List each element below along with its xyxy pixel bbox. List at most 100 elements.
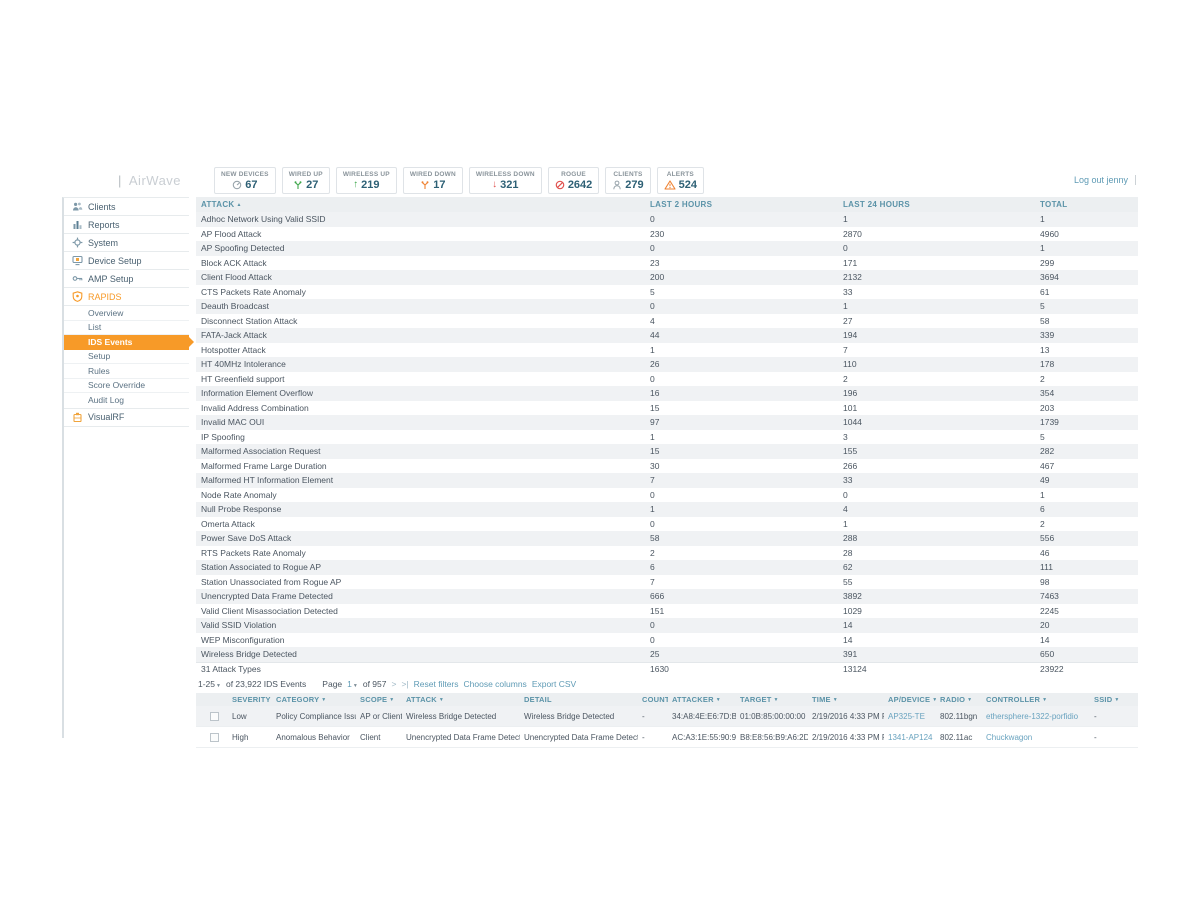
column-header-last-2-hours[interactable]: LAST 2 HOURS [645, 198, 838, 212]
attack-row[interactable]: FATA-Jack Attack44194339 [196, 328, 1138, 343]
sidebar-item-system[interactable]: System [64, 234, 189, 252]
attack-row[interactable]: AP Flood Attack23028704960 [196, 227, 1138, 242]
column-header-radio[interactable]: RADIO▼ [936, 695, 982, 704]
sidebar-subitem-setup[interactable]: Setup [64, 350, 189, 365]
attack-row[interactable]: Deauth Broadcast015 [196, 299, 1138, 314]
attack-count: 110 [838, 357, 1035, 371]
stat-new-devices[interactable]: NEW DEVICES 67 [214, 167, 276, 194]
stat-wireless-up[interactable]: WIRELESS UP ↑219 [336, 167, 397, 194]
sidebar-item-amp-setup[interactable]: AMP Setup [64, 270, 189, 288]
attack-row[interactable]: Valid SSID Violation01420 [196, 618, 1138, 633]
event-cell-ap-device[interactable]: AP325-TE [884, 712, 936, 721]
attack-row[interactable]: Malformed Frame Large Duration30266467 [196, 459, 1138, 474]
sidebar-item-reports[interactable]: Reports [64, 216, 189, 234]
sort-desc-icon: ▼ [439, 697, 444, 703]
sidebar-subitem-rules[interactable]: Rules [64, 364, 189, 379]
stat-clients[interactable]: CLIENTS 279 [605, 167, 650, 194]
attack-row[interactable]: Hotspotter Attack1713 [196, 343, 1138, 358]
attack-row[interactable]: Node Rate Anomaly001 [196, 488, 1138, 503]
attack-row[interactable]: Client Flood Attack20021323694 [196, 270, 1138, 285]
attack-row[interactable]: Omerta Attack012 [196, 517, 1138, 532]
attack-row[interactable]: Block ACK Attack23171299 [196, 256, 1138, 271]
attack-count: 3694 [1035, 270, 1138, 284]
attack-totals-last2: 1630 [645, 662, 838, 676]
attack-count: 288 [838, 531, 1035, 545]
column-header-attack[interactable]: ATTACK▼ [402, 695, 520, 704]
attack-row[interactable]: Invalid MAC OUI9710441739 [196, 415, 1138, 430]
sidebar-subitem-score-override[interactable]: Score Override [64, 379, 189, 394]
stat-wired-down[interactable]: WIRED DOWN 17 [403, 167, 463, 194]
column-header-time[interactable]: TIME▼ [808, 695, 884, 704]
column-header-detail[interactable]: DETAIL [520, 695, 638, 704]
column-header-count[interactable]: COUNT [638, 695, 668, 704]
column-header-attack[interactable]: ATTACK▲ [196, 198, 645, 212]
event-cell-ap-device[interactable]: 1341-AP124 [884, 733, 936, 742]
column-header-last-24-hours[interactable]: LAST 24 HOURS [838, 198, 1035, 212]
attack-row[interactable]: Adhoc Network Using Valid SSID011 [196, 212, 1138, 227]
column-header-ssid[interactable]: SSID▼ [1090, 695, 1138, 704]
event-row[interactable]: HighAnomalous BehaviorClientUnencrypted … [196, 727, 1138, 748]
row-checkbox[interactable] [210, 712, 219, 721]
column-header-severity[interactable]: SEVERITY▼ [228, 695, 272, 704]
attack-row[interactable]: HT Greenfield support022 [196, 372, 1138, 387]
attack-row[interactable]: Station Unassociated from Rogue AP75598 [196, 575, 1138, 590]
export-csv-link[interactable]: Export CSV [532, 679, 576, 689]
column-header-attacker[interactable]: ATTACKER▼ [668, 695, 736, 704]
event-row[interactable]: LowPolicy Compliance IssueAP or ClientWi… [196, 706, 1138, 727]
column-header-total[interactable]: TOTAL [1035, 198, 1138, 212]
choose-columns-link[interactable]: Choose columns [464, 679, 527, 689]
sidebar-item-device-setup[interactable]: Device Setup [64, 252, 189, 270]
attack-row[interactable]: IP Spoofing135 [196, 430, 1138, 445]
gauge-icon [232, 180, 242, 190]
page-range-dropdown[interactable]: 1-25▼ [198, 679, 221, 689]
last-page-button[interactable]: >| [401, 679, 408, 689]
attack-row[interactable]: Invalid Address Combination15101203 [196, 401, 1138, 416]
sidebar-subitem-overview[interactable]: Overview [64, 306, 189, 321]
sidebar-subitem-list[interactable]: List [64, 321, 189, 336]
event-cell-controller[interactable]: Chuckwagon [982, 733, 1090, 742]
attack-row[interactable]: Wireless Bridge Detected25391650 [196, 647, 1138, 662]
sidebar-subitem-audit-log[interactable]: Audit Log [64, 393, 189, 408]
column-header-ap-device[interactable]: AP/DEVICE▼ [884, 695, 936, 704]
attack-count: 3892 [838, 589, 1035, 603]
sidebar-item-rapids[interactable]: RAPIDS [64, 288, 189, 306]
logout-link[interactable]: Log out jenny [1074, 175, 1136, 185]
attack-row[interactable]: RTS Packets Rate Anomaly22846 [196, 546, 1138, 561]
attack-row[interactable]: Malformed Association Request15155282 [196, 444, 1138, 459]
attack-row[interactable]: CTS Packets Rate Anomaly53361 [196, 285, 1138, 300]
reset-filters-link[interactable]: Reset filters [414, 679, 459, 689]
stat-wired-up[interactable]: WIRED UP 27 [282, 167, 330, 194]
attack-row[interactable]: HT 40MHz Intolerance26110178 [196, 357, 1138, 372]
attack-row[interactable]: WEP Misconfiguration01414 [196, 633, 1138, 648]
attack-row[interactable]: Null Probe Response146 [196, 502, 1138, 517]
attack-row[interactable]: Valid Client Misassociation Detected1511… [196, 604, 1138, 619]
attack-row[interactable]: Information Element Overflow16196354 [196, 386, 1138, 401]
attack-count: 1044 [838, 415, 1035, 429]
column-header-scope[interactable]: SCOPE▼ [356, 695, 402, 704]
attack-row[interactable]: Power Save DoS Attack58288556 [196, 531, 1138, 546]
next-page-button[interactable]: > [391, 679, 396, 689]
logo-divider: | [118, 173, 122, 188]
column-header-category[interactable]: CATEGORY▼ [272, 695, 356, 704]
sidebar-subitem-ids-events[interactable]: IDS Events [64, 335, 189, 350]
attack-row[interactable]: AP Spoofing Detected001 [196, 241, 1138, 256]
event-cell-ssid: - [1090, 733, 1138, 742]
column-header-controller[interactable]: CONTROLLER▼ [982, 695, 1090, 704]
attack-name: Station Associated to Rogue AP [196, 560, 645, 574]
stat-rogue[interactable]: ROGUE 2642 [548, 167, 599, 194]
sidebar-item-clients[interactable]: Clients [64, 198, 189, 216]
stat-alerts[interactable]: ALERTS 524 [657, 167, 704, 194]
event-cell-controller[interactable]: ethersphere-1322-porfidio [982, 712, 1090, 721]
page-number-dropdown[interactable]: 1▼ [347, 679, 358, 689]
attack-row[interactable]: Disconnect Station Attack42758 [196, 314, 1138, 329]
sidebar-item-visualrf[interactable]: VisualRF [64, 409, 189, 427]
row-checkbox[interactable] [210, 733, 219, 742]
stat-wireless-down[interactable]: WIRELESS DOWN ↓321 [469, 167, 542, 194]
event-cell-time: 2/19/2016 4:33 PM PST [808, 712, 884, 721]
attack-name: Block ACK Attack [196, 256, 645, 270]
attack-row[interactable]: Malformed HT Information Element73349 [196, 473, 1138, 488]
device-setup-icon [72, 255, 83, 266]
column-header-target[interactable]: TARGET▼ [736, 695, 808, 704]
attack-row[interactable]: Station Associated to Rogue AP662111 [196, 560, 1138, 575]
attack-row[interactable]: Unencrypted Data Frame Detected666389274… [196, 589, 1138, 604]
